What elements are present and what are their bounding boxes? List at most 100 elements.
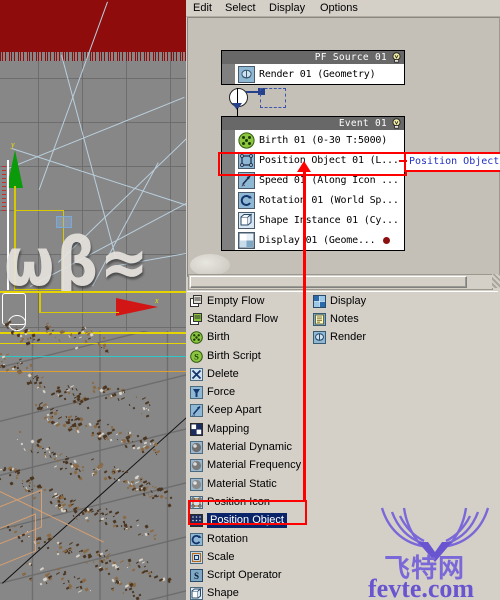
operator-item-material-frequency[interactable]: Material Frequency [190, 457, 310, 475]
operator-label: Display 01 (Geome... [259, 234, 376, 246]
operator-item-empty-flow[interactable]: Empty Flow [190, 292, 310, 310]
operator-item-birth[interactable]: Birth [190, 329, 310, 347]
operator-row-rotation[interactable]: Rotation 01 (World Sp... [222, 190, 404, 210]
operator-item-label: Standard Flow [207, 312, 278, 325]
particle [147, 492, 150, 496]
operator-label: Rotation 01 (World Sp... [259, 194, 399, 206]
standard-flow-icon [190, 312, 203, 326]
particle [141, 450, 144, 453]
operator-item-birth-script[interactable]: S Birth Script [190, 347, 310, 365]
operator-label: Shape Instance 01 (Cy... [259, 214, 399, 226]
operator-item-label: Force [207, 386, 236, 399]
node-pf-source-01[interactable]: PF Source 01 Render 01 (Geometry) [221, 50, 405, 85]
y-axis-arrow[interactable] [7, 150, 23, 188]
particle [63, 497, 67, 501]
svg-text:S: S [194, 571, 199, 581]
horizontal-scrollbar[interactable] [188, 274, 493, 290]
operator-item-label: Material Static [207, 477, 277, 490]
operator-item-label: Birth Script [207, 349, 261, 362]
particle [108, 559, 112, 562]
viewport-top[interactable]: x [0, 293, 186, 600]
node-title-text: PF Source 01 [314, 52, 387, 63]
lightbulb-icon[interactable] [391, 118, 402, 129]
operator-item-label: Delete [207, 367, 239, 380]
site-logo: 飞特网 fevte.com [368, 502, 498, 600]
operator-item-label: Shape [207, 587, 239, 600]
birth-icon [190, 331, 203, 345]
operator-item-label: Material Frequency [207, 459, 302, 472]
connector-stem-2 [237, 108, 238, 116]
operator-row-display[interactable]: Display 01 (Geome... [222, 230, 404, 250]
viewport-divider[interactable] [0, 291, 186, 293]
particle [92, 468, 95, 471]
material-frequency-icon [190, 459, 203, 473]
particle [153, 494, 157, 498]
shape-icon [190, 587, 203, 600]
particle [113, 470, 116, 473]
menu-bar: Edit Select Display Options [186, 0, 500, 17]
operator-item-mapping[interactable]: Mapping [190, 420, 310, 438]
scrollbar-thumb[interactable] [190, 276, 467, 288]
menu-item-edit[interactable]: Edit [190, 2, 215, 15]
viewport-perspective[interactable]: y ωβ≈ [0, 0, 186, 291]
axis-label-x: x [155, 296, 159, 305]
operator-row-render[interactable]: Render 01 (Geometry) [222, 64, 404, 84]
axis-label-y: y [11, 140, 15, 149]
operator-item-standard-flow[interactable]: Standard Flow [190, 310, 310, 328]
node-event-01[interactable]: Event 01 Birth 01 (0-30 T:5000) Position… [221, 116, 405, 251]
particle [25, 366, 29, 370]
keep-apart-icon [190, 404, 203, 418]
operator-item-material-dynamic[interactable]: Material Dynamic [190, 438, 310, 456]
particle-view-canvas[interactable]: PF Source 01 Render 01 (Geometry) Event … [187, 17, 500, 277]
annotation-box-list-item [188, 500, 307, 525]
display-icon [313, 294, 326, 308]
operator-item-label: Empty Flow [207, 294, 265, 307]
particle [89, 331, 94, 336]
operator-label: Speed 01 (Along Icon ... [259, 174, 399, 186]
operator-item-label: Render [330, 331, 367, 344]
operator-item-keep-apart[interactable]: Keep Apart [190, 402, 310, 420]
operator-label: Render 01 (Geometry) [259, 68, 376, 80]
birth-script-icon: S [190, 349, 203, 363]
particle [29, 336, 32, 339]
red-particle-mass [0, 0, 186, 61]
menu-item-display[interactable]: Display [266, 2, 308, 15]
x-axis-line [39, 312, 119, 313]
operator-item-delete[interactable]: Delete [190, 365, 310, 383]
x-axis-arrow[interactable] [116, 298, 158, 316]
operator-item-script-operator[interactable]: S Script Operator [190, 566, 310, 584]
operator-item-rotation[interactable]: Rotation [190, 530, 310, 548]
particle [86, 406, 90, 409]
particle [148, 403, 151, 406]
operator-item-force[interactable]: Force [190, 383, 310, 401]
operator-row-shape-instance[interactable]: Shape Instance 01 (Cy... [222, 210, 404, 230]
particle [97, 342, 101, 346]
operator-item-notes[interactable]: Notes [313, 310, 413, 328]
operator-item-label: Notes [330, 312, 359, 325]
rotation-icon [190, 532, 203, 546]
menu-item-select[interactable]: Select [222, 2, 259, 15]
operator-item-label: Display [330, 294, 367, 307]
particle [42, 389, 46, 393]
particle [29, 379, 32, 382]
operator-item-display[interactable]: Display [313, 292, 413, 310]
app-window: y ωβ≈ x Edit Select Display Options PF S… [0, 0, 500, 600]
particle [21, 533, 25, 537]
operator-column-1: Empty Flow Standard Flow Birth S Birth Scrip… [190, 292, 310, 600]
node-title-text: Event 01 [338, 118, 387, 129]
annotation-box-operator-row [218, 152, 407, 176]
logo-domain-text: fevte.com [368, 574, 475, 600]
resize-grip[interactable] [492, 274, 500, 288]
operator-row-birth[interactable]: Birth 01 (0-30 T:5000) [222, 130, 404, 150]
particle [81, 326, 84, 329]
render-icon [313, 331, 326, 345]
operator-item-shape[interactable]: Shape [190, 585, 310, 600]
lightbulb-icon[interactable] [391, 52, 402, 63]
particle [76, 401, 79, 405]
operator-item-render[interactable]: Render [313, 329, 413, 347]
node-gutter [222, 64, 235, 84]
operator-item-label: Script Operator [207, 569, 282, 582]
menu-item-options[interactable]: Options [317, 2, 361, 15]
operator-item-scale[interactable]: Scale [190, 548, 310, 566]
operator-item-material-static[interactable]: Material Static [190, 475, 310, 493]
